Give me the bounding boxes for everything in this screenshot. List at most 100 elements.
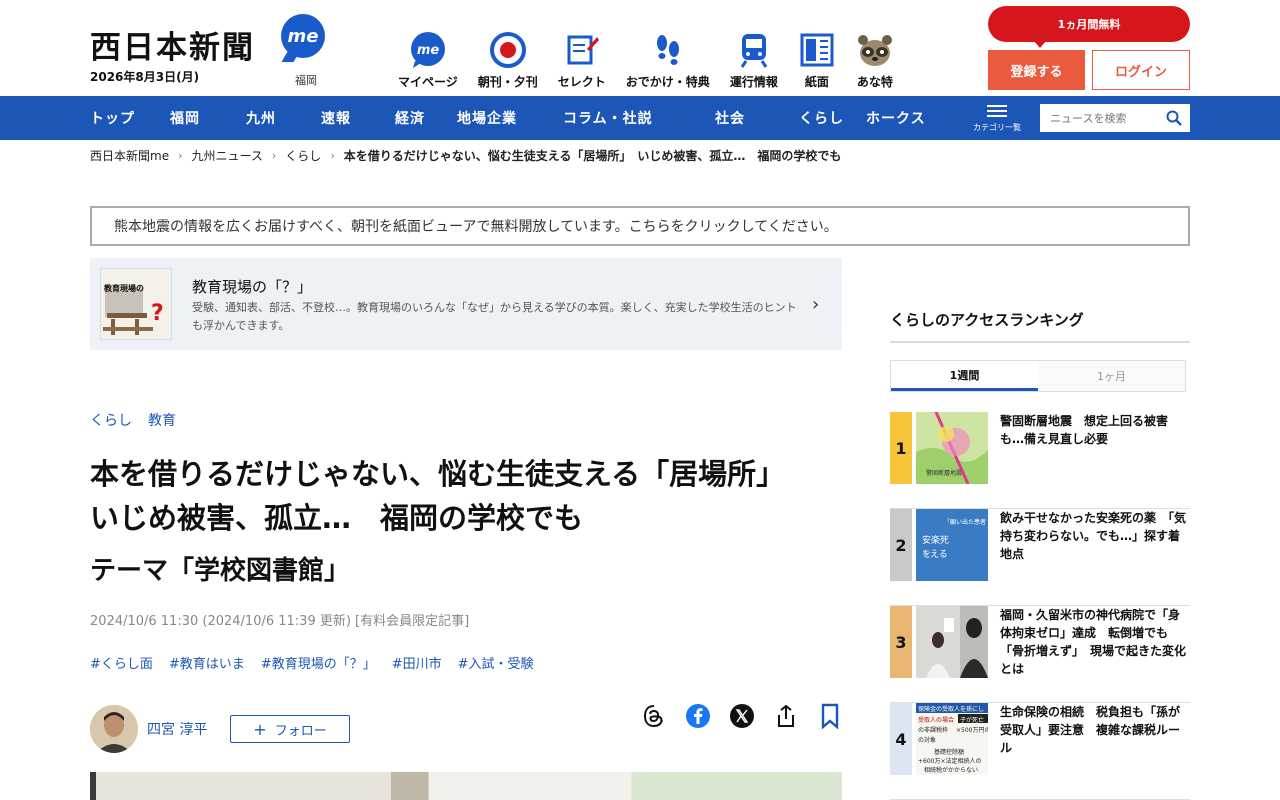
free-viewer-notice[interactable]: 熊本地震の情報を広くお届けすべく、朝刊を紙面ビューアで無料開放しています。こちら… (90, 206, 1190, 246)
rank-thumb-caption: +600万×法定相続人の (918, 758, 982, 765)
author-avatar[interactable] (90, 705, 138, 753)
headline-line-1: 本を借りるだけじゃない、悩む生徒支える「居場所」 (90, 457, 786, 491)
newspaper-icon (489, 31, 527, 69)
facebook-share-icon[interactable] (684, 702, 712, 730)
rank-thumb-caption: 受取人の場合 (918, 717, 955, 724)
navbar-item-top[interactable]: トップ (90, 108, 170, 128)
header-icon-nav: me マイページ 朝刊・夕刊 セレクト おでかけ・特典 運行情報 紙面 あな特 (388, 28, 904, 90)
ranking-item[interactable]: 4 保険金の受取人を孫にし 受取人の場合 子が死亡 の非課税枠 ×500万円の … (890, 703, 1190, 800)
nav-select[interactable]: セレクト (548, 28, 616, 90)
tab-one-week[interactable]: 1週間 (891, 361, 1038, 391)
follow-label: フォロー (274, 723, 327, 739)
navbar-item-society[interactable]: 社会 (715, 108, 799, 128)
nav-outing-label: おでかけ・特典 (625, 75, 710, 89)
chevron-right-icon: › (178, 149, 183, 162)
rank-number: 1 (890, 412, 912, 484)
category-link-education[interactable]: 教育 (148, 410, 176, 430)
rank-headline: 福岡・久留米市の神代病院で「身体拘束ゼロ」達成 転倒増でも「骨折増えず」 現場で… (1000, 608, 1187, 676)
register-button[interactable]: 登録する (988, 50, 1085, 90)
nav-anatoku[interactable]: あな特 (846, 28, 904, 90)
nav-transit-label: 運行情報 (729, 75, 778, 89)
hashtag-link[interactable]: #教育現場の「？」 (261, 653, 376, 672)
x-share-icon[interactable] (728, 702, 756, 730)
breadcrumb-kyushu-news[interactable]: 九州ニュース (191, 147, 262, 164)
follow-button[interactable]: + フォロー (230, 715, 350, 743)
rank-number: 4 (890, 703, 912, 775)
chevron-right-icon: › (330, 149, 335, 162)
series-description: 受験、通知表、部活、不登校…。教育現場のいろんな「なぜ」から見える学びの本質。楽… (192, 301, 797, 332)
navbar-item-column[interactable]: コラム・社説 (563, 108, 715, 128)
rank-thumbnail: 保険金の受取人を孫にし 受取人の場合 子が死亡 の非課税枠 ×500万円の の対… (916, 703, 988, 775)
hamburger-icon (987, 105, 1007, 117)
rank-thumb-caption: ×500万円の (956, 727, 988, 734)
rank-thumb-caption: 保険金の受取人を孫にし (918, 706, 985, 713)
threads-share-icon[interactable] (640, 702, 668, 730)
navbar-item-living[interactable]: くらし (799, 108, 866, 128)
nav-paper[interactable]: 紙面 (788, 28, 846, 90)
login-button[interactable]: ログイン (1092, 50, 1190, 90)
tanuki-icon (856, 31, 894, 69)
nav-anatoku-label: あな特 (856, 75, 893, 89)
region-label: 福岡 (295, 74, 317, 87)
share-icon[interactable] (772, 702, 800, 730)
rank-number: 3 (890, 606, 912, 678)
breadcrumb-current: 本を借りるだけじゃない、悩む生徒支える「居場所」 いじめ被害、孤立… 福岡の学校… (343, 149, 842, 163)
hashtag-link[interactable]: #田川市 (392, 653, 442, 672)
category-link-living[interactable]: くらし (90, 410, 132, 430)
rank-thumb-caption: 「願い出た患者 (944, 519, 987, 526)
site-logo[interactable]: 西日本新聞 (90, 22, 255, 67)
footprints-icon (649, 31, 687, 69)
navbar-item-hawks[interactable]: ホークス (866, 108, 926, 128)
ranking-item[interactable]: 1 警固断層地震 警固断層地震 想定上回る被害も…備え見直し必要 (890, 412, 1190, 509)
hashtag-link[interactable]: #くらし面 (90, 653, 153, 672)
nav-morning-evening-label: 朝刊・夕刊 (477, 75, 538, 89)
nav-transit[interactable]: 運行情報 (720, 28, 788, 90)
navbar-item-breaking[interactable]: 速報 (321, 108, 395, 128)
rank-thumb-caption: 相続税がかからない (924, 767, 979, 774)
search-input[interactable] (1040, 104, 1158, 132)
rank-thumb-caption: える (930, 550, 948, 560)
navbar-item-local-business[interactable]: 地場企業 (457, 108, 563, 128)
chevron-right-icon: › (271, 149, 277, 162)
ranking-item[interactable]: 3 福岡・久留米市の神代病院で「身体拘束ゼロ」達成 転倒増でも「骨折増えず」 現… (890, 606, 1190, 703)
headline-line-2: いじめ被害、孤立… 福岡の学校でも (90, 501, 584, 535)
rank-thumbnail: 警固断層地震 (916, 412, 988, 484)
free-trial-badge[interactable]: 1ヵ月間無料 (988, 6, 1190, 48)
article-subhead: テーマ「学校図書館」 (90, 556, 351, 586)
rank-number: 2 (890, 509, 912, 581)
tab-one-month[interactable]: 1ヶ月 (1038, 361, 1185, 391)
nav-outing[interactable]: おでかけ・特典 (616, 28, 720, 90)
breadcrumb-home[interactable]: 西日本新聞me (90, 147, 169, 164)
nav-morning-evening[interactable]: 朝刊・夕刊 (468, 28, 548, 90)
breadcrumb: 西日本新聞me › 九州ニュース › くらし › 本を借りるだけじゃない、悩む生… (90, 147, 841, 164)
ranking-item[interactable]: 2 「願い出た患者 安楽死 を える 飲み干せなかった安楽死の薬 「気持ち変わら… (890, 509, 1190, 606)
rank-headline: 飲み干せなかった安楽死の薬 「気持ち変わらない。でも…」探す着地点 (1000, 511, 1187, 561)
ranking-title: くらしのアクセスランキング (890, 311, 1084, 329)
me-logo-badge[interactable]: me (281, 14, 325, 58)
rank-thumb-caption: 基礎控除額 (934, 749, 965, 756)
navbar-item-economy[interactable]: 経済 (395, 108, 457, 128)
navbar-item-fukuoka[interactable]: 福岡 (170, 108, 246, 128)
hashtag-link[interactable]: #教育はいま (169, 653, 245, 672)
me-icon: me (409, 31, 447, 69)
svg-text:me: me (417, 43, 440, 58)
rank-thumb-caption: 安楽死 (922, 536, 950, 546)
rank-thumb-caption: 子が死亡 (960, 717, 985, 724)
nav-paper-label: 紙面 (804, 75, 829, 89)
rank-headline: 警固断層地震 想定上回る被害も…備え見直し必要 (1000, 414, 1169, 446)
search-icon[interactable] (1166, 110, 1182, 126)
series-card[interactable]: 教育現場の ? 教育現場の「？」 受験、通知表、部活、不登校…。教育現場のいろん… (90, 258, 842, 350)
paper-icon (798, 31, 836, 69)
current-date: 2026年8月3日(月) (90, 70, 200, 84)
category-menu-label: カテゴリ一覧 (973, 123, 1021, 132)
search-box (1040, 104, 1190, 132)
breadcrumb-living[interactable]: くらし (285, 147, 321, 164)
hashtag-link[interactable]: #入試・受験 (458, 653, 534, 672)
author-name[interactable]: 四宮 淳平 (147, 719, 207, 739)
category-menu-button[interactable]: カテゴリ一覧 (966, 102, 1028, 136)
navbar-item-kyushu[interactable]: 九州 (246, 108, 321, 128)
bookmark-icon[interactable] (816, 702, 844, 730)
nav-mypage[interactable]: me マイページ (388, 28, 468, 90)
nav-mypage-label: マイページ (398, 75, 458, 89)
train-icon (735, 31, 773, 69)
